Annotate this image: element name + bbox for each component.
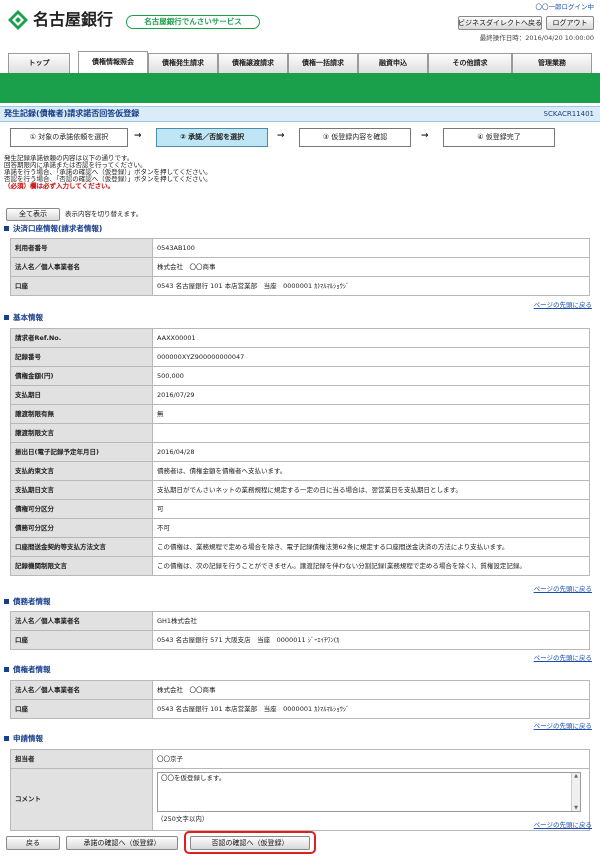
table-row: 支払約束文言 債務者は、債権金額を債権者へ支払います。 <box>10 461 590 481</box>
table-row: 法人名／個人事業者名 株式会社 〇〇商事 <box>10 257 590 277</box>
section-title-settlement: 決済口座情報(請求者情報) <box>4 224 102 233</box>
table-row: 口座 0543 名古屋銀行 571 大阪支店 当座 0000011 ｼﾞｰｴｲﾁﾜ… <box>10 630 590 650</box>
show-all-button[interactable]: 全て表示 <box>6 208 60 221</box>
page-top-link[interactable]: ページの先頭に戻る <box>534 821 592 829</box>
step-1: ① 対象の承諾依頼を選択 <box>10 128 128 147</box>
green-band <box>0 73 600 103</box>
section-square-icon <box>4 226 9 232</box>
step-arrow-icon: → <box>421 131 429 141</box>
step-2-current: ② 承諾／否認を選択 <box>156 128 268 147</box>
settlement-table: 利用者番号 0543AB100 法人名／個人事業者名 株式会社 〇〇商事 口座 054… <box>10 238 590 296</box>
tab-top[interactable]: トップ <box>8 53 70 73</box>
table-row: 支払期日文言 支払期日がでんさいネットの業務規程に規定する一定の日に当る場合は、翌… <box>10 480 590 500</box>
tab-debt-issue[interactable]: 債権発生請求 <box>148 53 218 73</box>
table-row: 振出日(電子記録予定年月日) 2016/04/28 <box>10 442 590 462</box>
table-row: 法人名／個人事業者名 株式会社 〇〇商事 <box>10 680 590 700</box>
section-square-icon <box>4 599 9 605</box>
business-direct-button[interactable]: ビジネスダイレクトへ戻る <box>458 16 542 30</box>
basic-info-table: 請求者Ref.No. AAXX00001 記録番号 000000XYZ9000000… <box>10 328 590 576</box>
scroll-down-icon[interactable]: ▼ <box>572 805 580 811</box>
tab-management[interactable]: 管理業務 <box>512 53 592 73</box>
comment-textarea[interactable]: 〇〇を仮登録します。 ▲ ▼ <box>157 772 581 812</box>
page-title: 発生記録(債権者)請求諾否回答仮登録 <box>4 109 140 118</box>
bank-name: 名古屋銀行 <box>33 10 114 29</box>
bank-logo <box>6 8 30 32</box>
table-row: 支払期日 2016/07/29 <box>10 385 590 405</box>
section-title-creditor: 債権者情報 <box>4 665 51 674</box>
table-row: 債権金額(円) 500,000 <box>10 366 590 386</box>
textarea-scrollbar[interactable]: ▲ ▼ <box>571 773 580 811</box>
section-square-icon <box>4 315 9 321</box>
table-row: 法人名／個人事業者名 GH1株式会社 <box>10 611 590 631</box>
debtor-table: 法人名／個人事業者名 GH1株式会社 口座 0543 名古屋銀行 571 大阪支店 … <box>10 611 590 650</box>
tab-loan-application[interactable]: 融資申込 <box>358 53 428 73</box>
tab-debt-bulk[interactable]: 債権一括請求 <box>288 53 358 73</box>
step-arrow-icon: → <box>277 131 285 141</box>
page-top-link[interactable]: ページの先頭に戻る <box>534 585 592 593</box>
user-login-status: 〇〇一郎ログイン中 <box>535 3 595 11</box>
page-top-link[interactable]: ページの先頭に戻る <box>534 301 592 309</box>
table-row: コメント 〇〇を仮登録します。 ▲ ▼ （250文字以内） <box>10 768 590 831</box>
last-operation-time: 最終操作日時：2016/04/20 10:00:00 <box>479 34 594 42</box>
table-row: 記録番号 000000XYZ900000000047 <box>10 347 590 367</box>
table-row: 利用者番号 0543AB100 <box>10 238 590 258</box>
table-row: 債権可分区分可 <box>10 499 590 519</box>
table-row: 記録機関制限文言 この債権は、次の記録を行うことができません。譲渡記録を伴わない分… <box>10 556 590 576</box>
tab-other-requests[interactable]: その他請求 <box>428 53 512 73</box>
section-square-icon <box>4 736 9 742</box>
section-title-basic: 基本情報 <box>4 313 43 322</box>
table-row: 口座間送金契約等支払方法文言 この債権は、業務規程で定める場合を除き、電子記録債権… <box>10 537 590 557</box>
table-row: 債務可分区分 不可 <box>10 518 590 538</box>
section-title-debtor: 債務者情報 <box>4 597 51 606</box>
show-all-description: 表示内容を切り替えます。 <box>65 210 143 218</box>
page-top-link[interactable]: ページの先頭に戻る <box>534 654 592 662</box>
step-arrow-icon: → <box>134 131 142 141</box>
reject-confirm-button[interactable]: 否認の確認へ（仮登録） <box>190 836 310 850</box>
instruction-notes: 発生記録承諾依頼の内容は以下の通りです。 回答期限内に承諾または否認を行ってくだ… <box>4 154 212 190</box>
table-row: 譲渡制限有無無 <box>10 404 590 424</box>
creditor-table: 法人名／個人事業者名 株式会社 〇〇商事 口座 0543 名古屋銀行 101 本店営… <box>10 680 590 719</box>
comment-limit-hint: （250文字以内） <box>157 815 209 823</box>
section-square-icon <box>4 667 9 673</box>
step-3: ③ 仮登録内容を確認 <box>299 128 411 147</box>
screen-id: SCKACR11401 <box>543 110 594 118</box>
application-table: 担当者 〇〇京子 コメント 〇〇を仮登録します。 ▲ ▼ （250文字以内） <box>10 749 590 831</box>
page-top-link[interactable]: ページの先頭に戻る <box>534 722 592 730</box>
person-in-charge-value: 〇〇京子 <box>152 749 590 769</box>
tab-debt-transfer[interactable]: 債権譲渡請求 <box>218 53 288 73</box>
table-row: 請求者Ref.No. AAXX00001 <box>10 328 590 348</box>
tab-debt-inquiry[interactable]: 債権情報照会 <box>78 51 148 73</box>
table-row: 口座 0543 名古屋銀行 101 本店営業部 当座 0000001 ｶ)ﾏﾙﾏﾙ… <box>10 699 590 719</box>
step-4: ④ 仮登録完了 <box>443 128 555 147</box>
approve-confirm-button[interactable]: 承諾の確認へ（仮登録） <box>66 836 178 850</box>
table-row: 口座 0543 名古屋銀行 101 本店営業部 当座 0000001 ｶ)ﾏﾙﾏﾙ… <box>10 276 590 296</box>
table-row: 担当者 〇〇京子 <box>10 749 590 769</box>
service-name: 名古屋銀行でんさいサービス <box>126 15 260 29</box>
scroll-up-icon[interactable]: ▲ <box>572 773 580 779</box>
logout-button[interactable]: ログアウト <box>546 16 594 30</box>
back-button[interactable]: 戻る <box>6 836 60 850</box>
section-title-application: 申請情報 <box>4 734 43 743</box>
table-row: 譲渡制限文言 <box>10 423 590 443</box>
